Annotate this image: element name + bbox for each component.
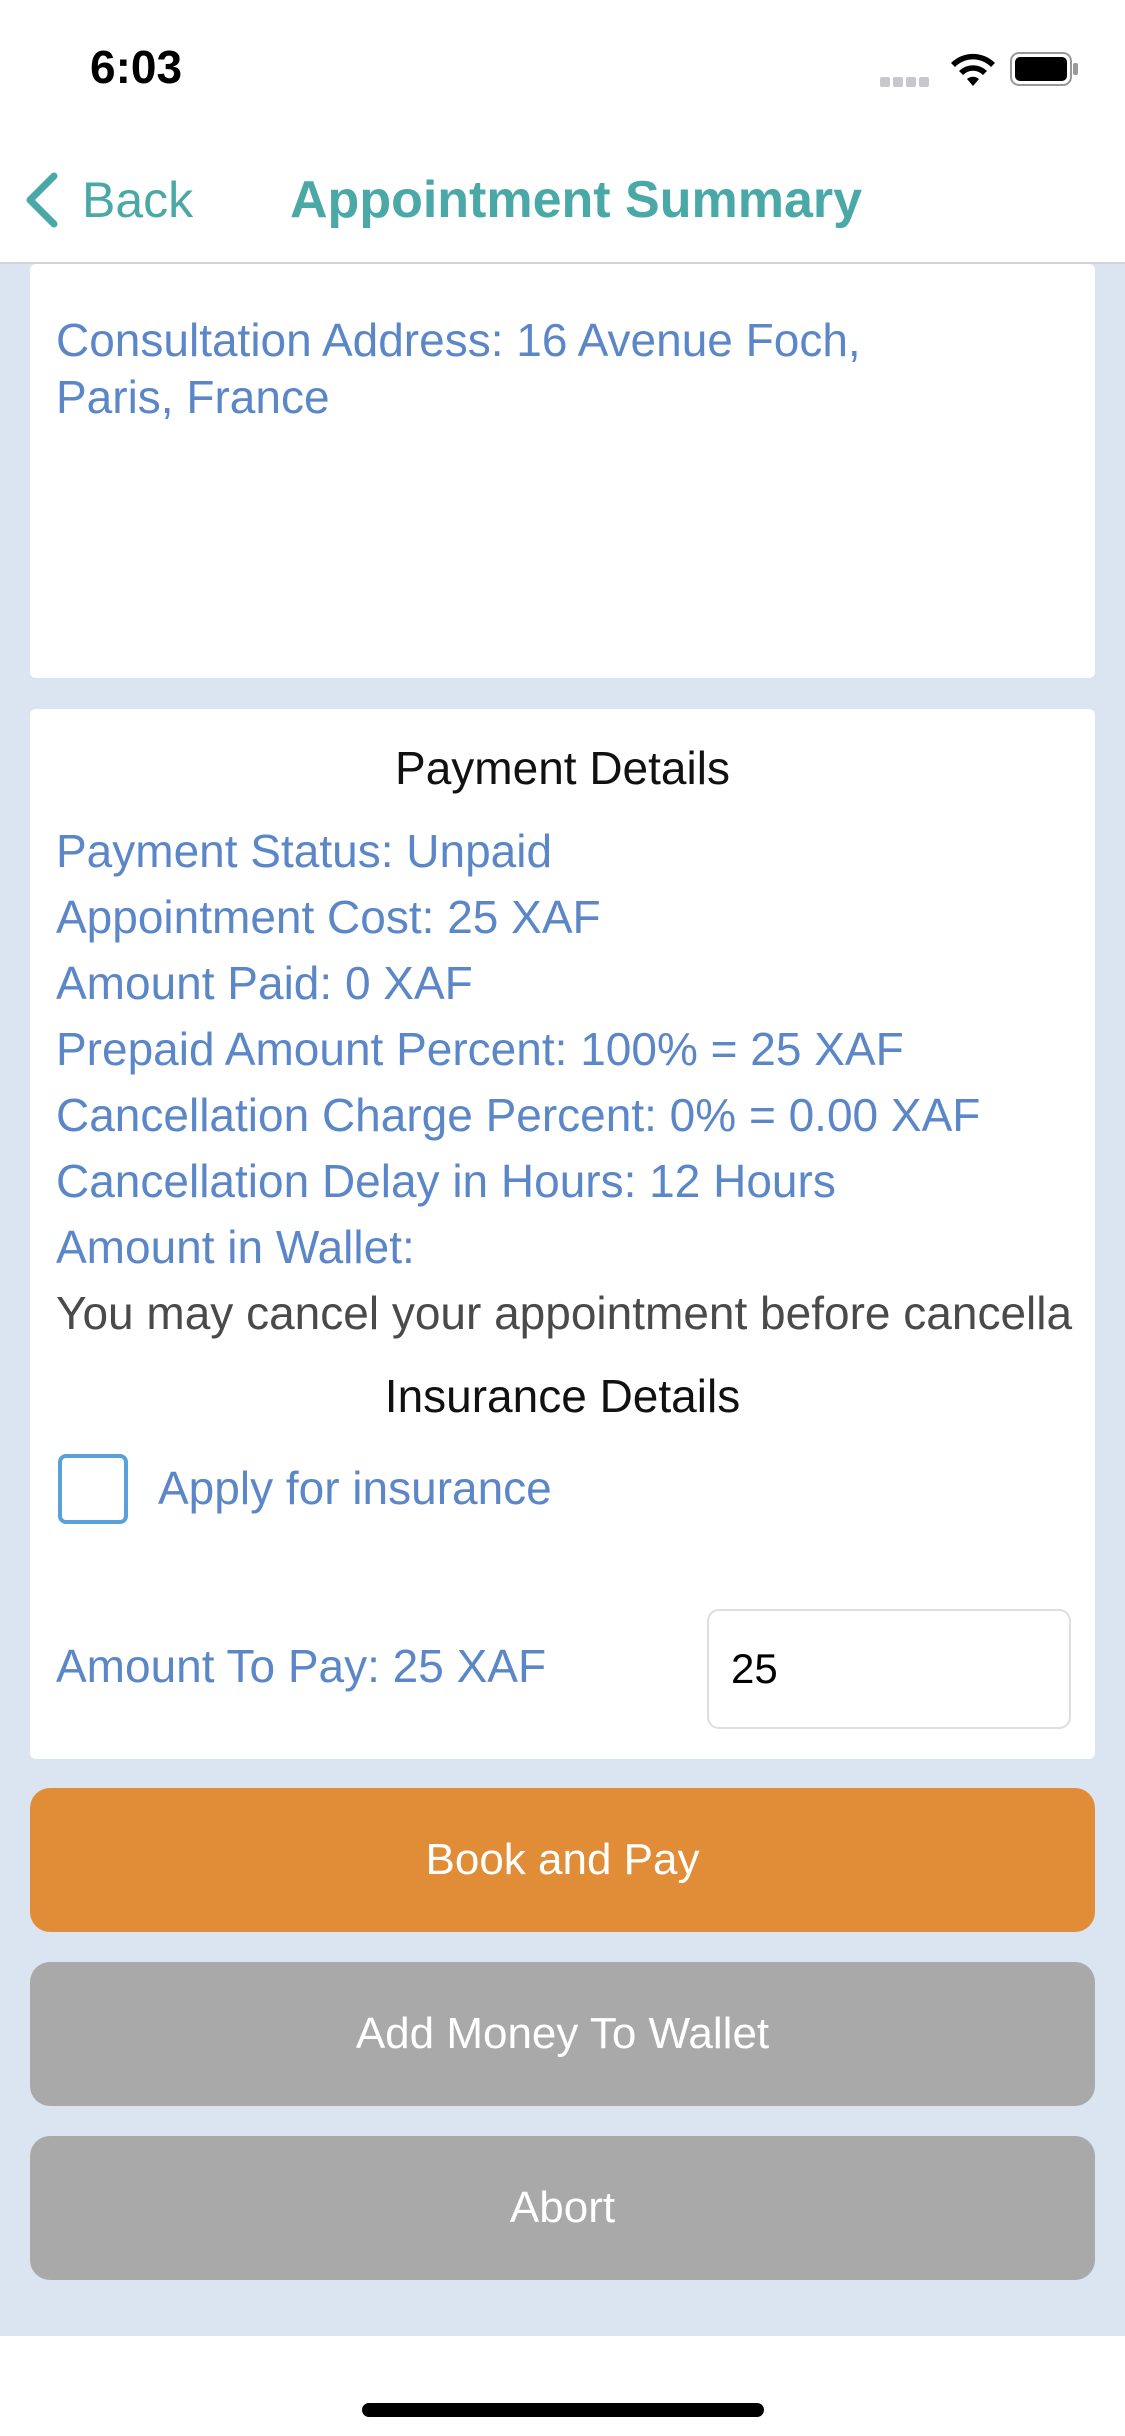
add-money-to-wallet-button[interactable]: Add Money To Wallet	[30, 1962, 1095, 2106]
cancellation-delay: Cancellation Delay in Hours: 12 Hours	[56, 1155, 836, 1207]
address-card: Consultation Address: 16 Avenue Foch, Pa…	[30, 264, 1095, 678]
address-line-1: Consultation Address: 16 Avenue Foch,	[56, 314, 861, 366]
home-area	[0, 2336, 1125, 2436]
book-and-pay-button[interactable]: Book and Pay	[30, 1788, 1095, 1932]
amount-paid: Amount Paid: 0 XAF	[56, 957, 473, 1009]
payment-status: Payment Status: Unpaid	[56, 825, 553, 877]
amount-to-pay-label: Amount To Pay: 25 XAF	[56, 1640, 547, 1692]
status-bar: 6:03	[0, 0, 1125, 140]
wifi-icon	[951, 53, 995, 86]
cancellation-charge-percent: Cancellation Charge Percent: 0% = 0.00 X…	[56, 1089, 981, 1141]
abort-button[interactable]: Abort	[30, 2136, 1095, 2280]
insurance-details-title: Insurance Details	[384, 1370, 741, 1422]
amount-in-wallet: Amount in Wallet:	[56, 1221, 415, 1273]
battery-icon	[1010, 52, 1078, 86]
consultation-address: Consultation Address: 16 Avenue Foch, Pa…	[56, 312, 1036, 426]
insurance-checkbox[interactable]	[58, 1454, 128, 1524]
appointment-cost: Appointment Cost: 25 XAF	[56, 891, 601, 943]
cellular-signal-icon	[880, 74, 932, 87]
address-line-2: Paris, France	[56, 371, 330, 423]
status-time: 6:03	[90, 41, 183, 93]
chevron-left-icon	[26, 172, 58, 228]
payment-card: Payment Details Payment Status: Unpaid A…	[30, 709, 1095, 1759]
payment-details-title: Payment Details	[395, 742, 730, 794]
back-label: Back	[82, 172, 194, 228]
insurance-checkbox-label[interactable]: Apply for insurance	[158, 1461, 552, 1515]
page-title: Appointment Summary	[290, 171, 863, 229]
content-area: Consultation Address: 16 Avenue Foch, Pa…	[0, 264, 1125, 2336]
home-indicator[interactable]	[362, 2403, 764, 2417]
prepaid-amount-percent: Prepaid Amount Percent: 100% = 25 XAF	[56, 1023, 904, 1075]
cancellation-note: You may cancel your appointment before c…	[56, 1287, 1073, 1339]
back-button[interactable]: Back	[22, 168, 193, 232]
navigation-bar: Back Appointment Summary	[0, 140, 1125, 264]
amount-to-pay-input[interactable]	[707, 1609, 1071, 1729]
